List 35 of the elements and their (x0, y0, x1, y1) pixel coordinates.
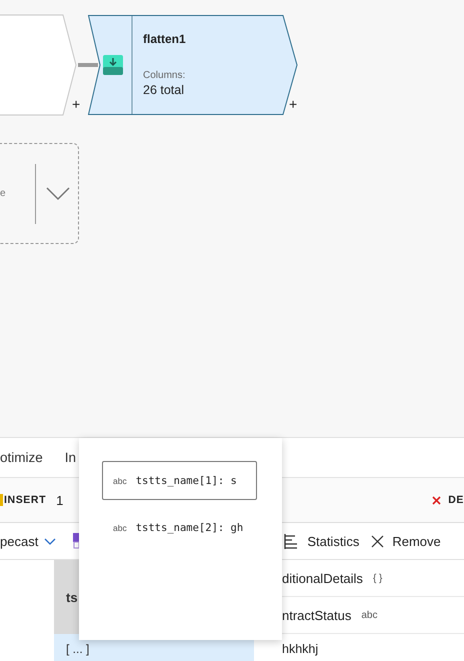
tab[interactable]: In (64, 450, 76, 465)
insert-marker-icon (0, 494, 3, 506)
typecast-dropdown[interactable]: pecast (0, 534, 56, 548)
insert-label: INSERT (4, 494, 46, 506)
column-name: ts (66, 590, 78, 604)
statistics-icon (284, 534, 298, 548)
type-label: abc (113, 476, 127, 486)
node-shape[interactable] (88, 15, 298, 115)
close-icon (371, 534, 384, 548)
node-label: e (0, 188, 7, 199)
tab[interactable]: otimize (0, 450, 43, 465)
columns-count: 26 total (143, 83, 186, 97)
columns-label: Columns: (143, 70, 186, 81)
item-text: tstts_name[2]: gh (136, 522, 244, 534)
insert-count: 1 (56, 492, 64, 508)
menu-item[interactable]: abc tstts_name[1]: s (102, 461, 257, 500)
chevron-down-icon (44, 538, 56, 544)
chevron-down-icon[interactable] (46, 186, 70, 200)
dashed-node[interactable]: e (0, 143, 79, 244)
add-button[interactable]: + (289, 97, 298, 111)
node-title: flatten1 (143, 32, 186, 46)
type-label: { } (372, 572, 382, 584)
delete-label: DE (448, 494, 464, 506)
delete-icon (432, 496, 442, 504)
type-label: abc (361, 610, 378, 620)
table-cell-text: hkhkhj (281, 640, 320, 658)
menu-item[interactable]: abc tstts_name[2]: gh (102, 508, 257, 547)
column-name: ntractStatus (282, 608, 352, 622)
flatten-icon (103, 55, 123, 75)
type-label: abc (113, 522, 127, 532)
item-text: tstts_name[1]: s (136, 474, 237, 486)
remove-button[interactable]: Remove (371, 534, 441, 548)
add-button[interactable]: + (72, 97, 80, 111)
statistics-button[interactable]: Statistics (284, 534, 360, 548)
column-name: ditionalDetails (282, 570, 363, 586)
